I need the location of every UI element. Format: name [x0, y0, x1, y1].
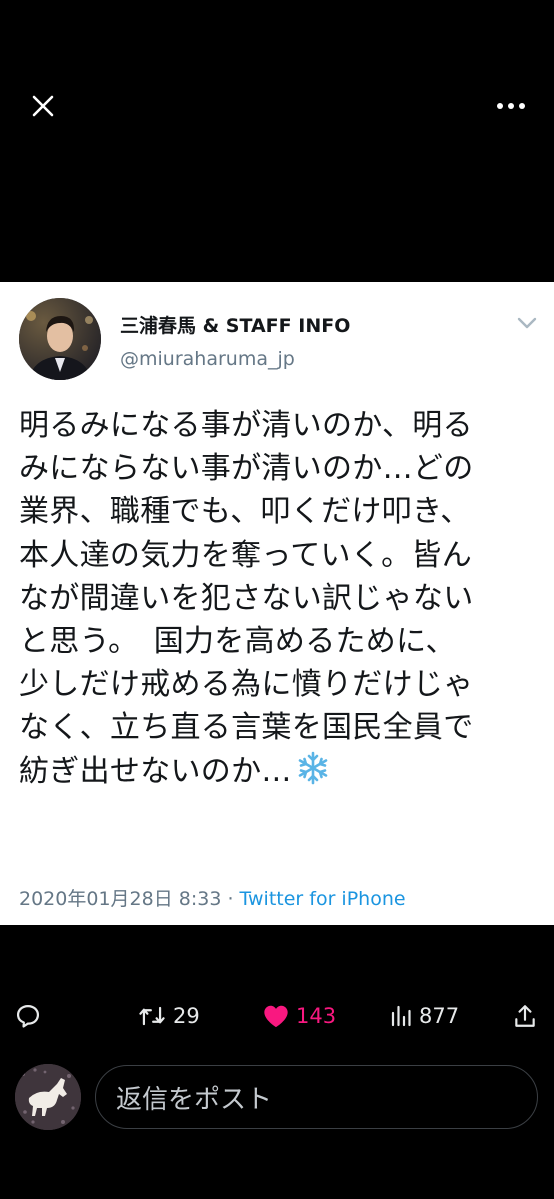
- tweet-line: 少しだけ戒める為に憤りだけじゃ: [19, 667, 474, 703]
- author-avatar: [19, 298, 101, 380]
- tweet-line: 明るみになる事が清いのか、明る: [19, 408, 473, 443]
- repost-button[interactable]: 29: [137, 995, 200, 1037]
- viewer-top-bar: [0, 0, 554, 210]
- tweet-line: 業界、職種でも、叩くだけ叩き、: [19, 494, 471, 530]
- close-button[interactable]: [25, 88, 61, 124]
- more-horizontal-icon: [497, 103, 525, 109]
- like-button[interactable]: 143: [262, 995, 336, 1037]
- views-chart-icon: [391, 1005, 411, 1027]
- tweet-source-link[interactable]: Twitter for iPhone: [240, 888, 406, 910]
- reply-input[interactable]: 返信をポスト: [95, 1065, 538, 1129]
- current-user-avatar[interactable]: [15, 1064, 81, 1130]
- tweet-meta: 2020年01月28日 8:33 · Twitter for iPhone: [19, 884, 406, 911]
- like-count: 143: [296, 1004, 337, 1028]
- tweet-line-last: 紡ぎ出せないのか…: [19, 750, 539, 793]
- reply-button[interactable]: [14, 995, 42, 1037]
- tweet-line: なく、立ち直る言葉を国民全員で: [19, 710, 474, 746]
- chevron-down-icon: [517, 317, 537, 329]
- tweet-line: みにならない事が清いのか…どの: [19, 451, 474, 487]
- tweet-line: なが間違いを犯さない訳じゃない: [19, 580, 474, 616]
- tweet-text: 明るみになる事が清いのか、明る みにならない事が清いのか…どの 業界、職種でも、…: [19, 404, 539, 793]
- tweet-timestamp: 2020年01月28日 8:33 ·: [19, 888, 240, 910]
- repost-count: 29: [173, 1004, 200, 1028]
- tweet-line-text: 紡ぎ出せないのか…: [19, 753, 292, 789]
- reply-icon: [16, 1004, 40, 1028]
- share-button[interactable]: [512, 995, 538, 1037]
- author-handle: @miuraharuma_jp: [120, 348, 295, 370]
- post-action-bar: 29 143 877: [0, 995, 554, 1037]
- reply-composer: 返信をポスト: [0, 1060, 554, 1135]
- close-icon: [32, 95, 54, 117]
- views-button[interactable]: 877: [389, 995, 459, 1037]
- snowflake-icon: [298, 751, 328, 784]
- views-count: 877: [419, 1004, 460, 1028]
- tweet-line: と思う。 国力を高めるために、: [19, 624, 456, 660]
- heart-filled-icon: [264, 1005, 288, 1028]
- repost-icon: [139, 1006, 165, 1026]
- tweet-line: 本人達の気力を奪っていく。皆ん: [19, 537, 472, 573]
- author-name: 三浦春馬 & STAFF INFO: [120, 315, 351, 337]
- share-icon: [515, 1005, 535, 1027]
- more-options-button[interactable]: [490, 90, 532, 122]
- reply-placeholder: 返信をポスト: [116, 1084, 273, 1115]
